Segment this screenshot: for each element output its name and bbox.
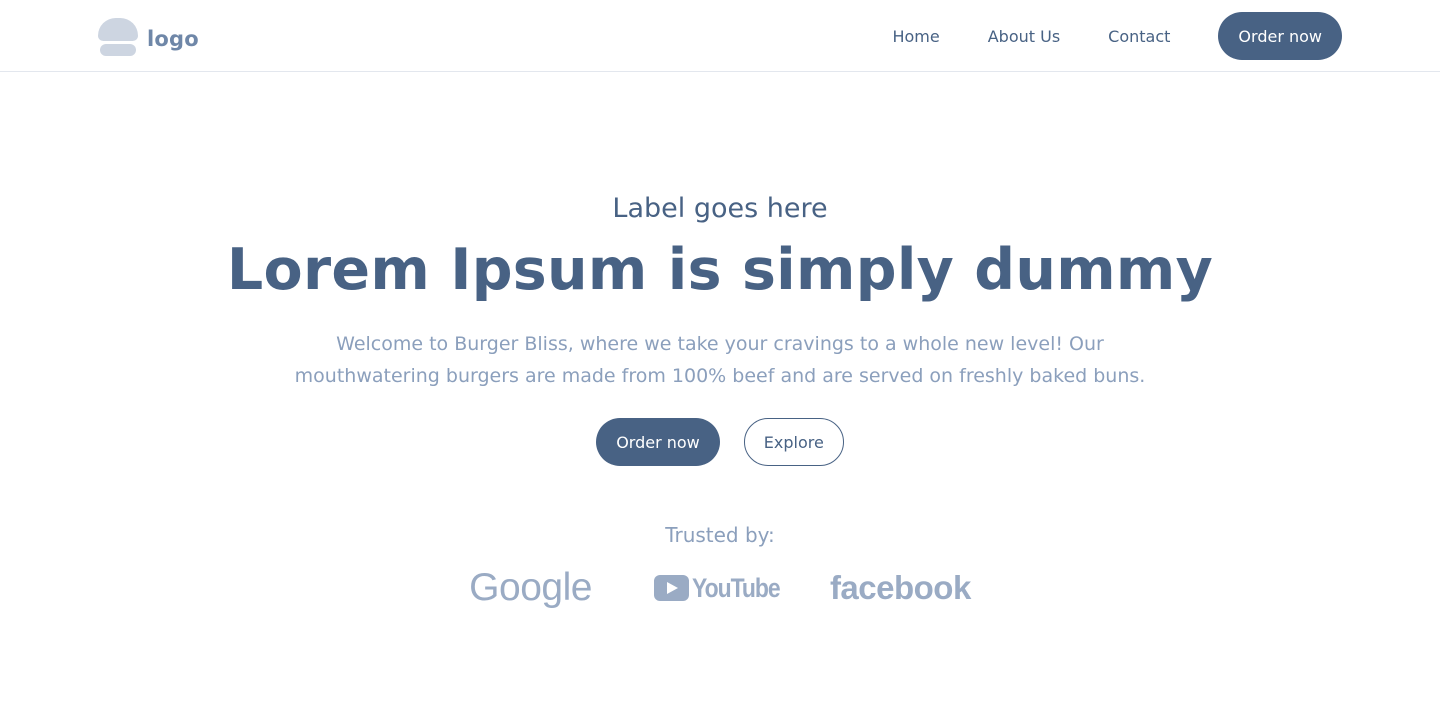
hero-subtitle: Welcome to Burger Bliss, where we take y…	[294, 333, 1146, 387]
hero-cta-row: Order now Explore	[0, 418, 1440, 466]
brand-logos: Google YouTube facebook	[0, 566, 1440, 610]
hero-headline: Lorem Ipsum is simply dummy	[226, 237, 1214, 303]
youtube-logo-text: YouTube	[691, 572, 781, 603]
youtube-play-icon	[653, 575, 689, 601]
header-order-now-button[interactable]: Order now	[1218, 12, 1342, 60]
hero-section: Label goes here Lorem Ipsum is simply du…	[0, 190, 1440, 466]
google-logo: Google	[469, 566, 592, 609]
logo[interactable]: logo	[98, 17, 199, 57]
logo-bun-top	[98, 18, 138, 41]
trusted-by-section: Trusted by: Google YouTube facebook	[0, 520, 1440, 610]
nav-link-home[interactable]: Home	[892, 27, 939, 46]
youtube-logo: YouTube	[653, 572, 781, 604]
logo-bun-bottom	[100, 44, 136, 56]
nav-link-about-us[interactable]: About Us	[988, 27, 1060, 46]
site-header: logo Home About Us Contact Order now	[0, 0, 1440, 72]
trusted-by-label: Trusted by:	[665, 523, 775, 547]
hero-explore-button[interactable]: Explore	[743, 418, 844, 466]
hero-eyebrow-label: Label goes here	[612, 193, 828, 224]
facebook-logo: facebook	[829, 569, 971, 606]
nav-link-contact[interactable]: Contact	[1108, 27, 1170, 46]
hero-order-now-button[interactable]: Order now	[596, 418, 720, 466]
logo-text: logo	[147, 27, 199, 51]
main-nav: Home About Us Contact Order now	[892, 12, 1342, 60]
burger-logo-icon	[98, 18, 138, 56]
